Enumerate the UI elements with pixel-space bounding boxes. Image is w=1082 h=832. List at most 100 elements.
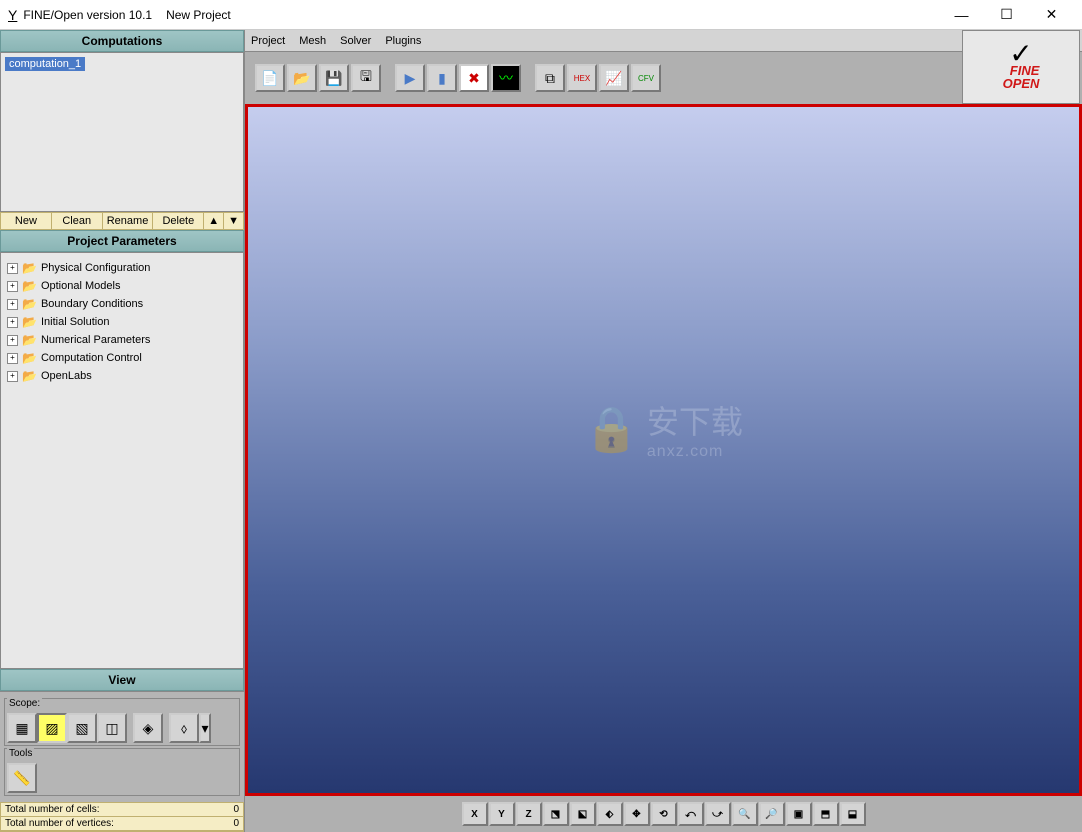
scope-wireframe-button[interactable]: ▦ <box>7 713 37 743</box>
expand-icon[interactable]: + <box>7 317 18 328</box>
scope-solid-button[interactable]: ▨ <box>37 713 67 743</box>
vertices-label: Total number of vertices: <box>5 818 114 829</box>
scope-shaded-button[interactable]: ▧ <box>67 713 97 743</box>
tree-item-initial-solution[interactable]: +📂Initial Solution <box>7 313 237 331</box>
tree-label: Physical Configuration <box>41 262 150 274</box>
view-x-button[interactable]: X <box>462 802 488 826</box>
tree-item-physical-configuration[interactable]: +📂Physical Configuration <box>7 259 237 277</box>
expand-icon[interactable]: + <box>7 371 18 382</box>
logo-check-icon: ✓ <box>1009 44 1032 64</box>
clean-button[interactable]: Clean <box>52 213 103 229</box>
tree-item-computation-control[interactable]: + 📂 Computation Control <box>7 349 237 367</box>
zoom-in-button[interactable]: 🔍 <box>732 802 758 826</box>
graph-button[interactable]: 📈 <box>599 64 629 92</box>
folder-icon: 📂 <box>22 279 37 293</box>
save-button[interactable]: 💾 <box>319 64 349 92</box>
project-parameters-tree: +📂Physical Configuration +📂Optional Mode… <box>0 252 244 669</box>
status-bar: Total number of cells: 0 Total number of … <box>0 802 244 832</box>
menu-solver[interactable]: Solver <box>340 35 371 47</box>
logo: ✓ FINEOPEN <box>962 30 1080 104</box>
tree-item-numerical-parameters[interactable]: + 📂 Numerical Parameters <box>7 331 237 349</box>
menubar: Project Mesh Solver Plugins <box>245 30 1082 52</box>
tree-item-openlabs[interactable]: + 📂 OpenLabs <box>7 367 237 385</box>
tools-label: Tools <box>7 748 34 759</box>
open-file-button[interactable]: 📂 <box>287 64 317 92</box>
watermark: 🔒 安下载 anxz.com <box>584 397 743 461</box>
folder-icon: 📂 <box>22 369 37 383</box>
close-button[interactable]: ✕ <box>1029 0 1074 30</box>
vertices-value: 0 <box>233 818 239 829</box>
rename-button[interactable]: Rename <box>103 213 154 229</box>
view-panel: Scope: ▦ ▨ ▧ ◫ ◈ ⬨ ▾ Tools 📏 <box>0 691 244 802</box>
save-run-button[interactable]: 🖫 <box>351 64 381 92</box>
tree-item-boundary-conditions[interactable]: +📂Boundary Conditions <box>7 295 237 313</box>
box2-button[interactable]: ⬓ <box>840 802 866 826</box>
expand-icon[interactable]: + <box>7 263 18 274</box>
tree-item-optional-models[interactable]: + 📂 Optional Models <box>7 277 237 295</box>
view-y-button[interactable]: Y <box>489 802 515 826</box>
toolbar: 📄 📂 💾 🖫 ▶ ▮ ✖ 〰 ⧉ HEX 📈 CFV ✓ FINEOPEN <box>245 52 1082 104</box>
tree-label: Numerical Parameters <box>41 334 150 346</box>
tree-label: Boundary Conditions <box>41 298 143 310</box>
folder-icon: 📂 <box>22 351 37 365</box>
view-header: View <box>0 669 244 691</box>
watermark-url: anxz.com <box>647 443 743 461</box>
view-controls: X Y Z ⬔ ⬕ ⬖ ✥ ⟲ ⤺ ⤻ 🔍 🔎 ▣ ⬒ ⬓ <box>245 796 1082 832</box>
folder-icon: 📂 <box>22 333 37 347</box>
expand-icon[interactable]: + <box>7 353 18 364</box>
minimize-button[interactable]: — <box>939 0 984 30</box>
tree-label: Computation Control <box>41 352 142 364</box>
down-arrow-button[interactable]: ▼ <box>224 213 243 229</box>
new-file-button[interactable]: 📄 <box>255 64 285 92</box>
tree-label: Optional Models <box>41 280 121 292</box>
menu-project[interactable]: Project <box>251 35 285 47</box>
pause-button[interactable]: ▮ <box>427 64 457 92</box>
viewport[interactable]: 🔒 安下载 anxz.com <box>245 104 1082 796</box>
view-xz-button[interactable]: ⬕ <box>570 802 596 826</box>
view-z-button[interactable]: Z <box>516 802 542 826</box>
up-arrow-button[interactable]: ▲ <box>204 213 224 229</box>
sidebar: Computations computation_1 New Clean Ren… <box>0 30 245 832</box>
cfv-button[interactable]: CFV <box>631 64 661 92</box>
cells-label: Total number of cells: <box>5 804 100 815</box>
expand-icon[interactable]: + <box>7 299 18 310</box>
menu-mesh[interactable]: Mesh <box>299 35 326 47</box>
computations-header: Computations <box>0 30 244 52</box>
hex-button[interactable]: HEX <box>567 64 597 92</box>
project-name: New Project <box>166 8 231 22</box>
cells-value: 0 <box>233 804 239 815</box>
scope-dropdown-button[interactable]: ▾ <box>199 713 211 743</box>
scope-diamond-button[interactable]: ◈ <box>133 713 163 743</box>
watermark-text: 安下载 <box>647 397 743 443</box>
monitor-button[interactable]: 〰 <box>491 64 521 92</box>
expand-icon[interactable]: + <box>7 335 18 346</box>
computations-list[interactable]: computation_1 <box>0 52 244 212</box>
window-title: FINE/Open version 10.1 <box>23 8 152 22</box>
maximize-button[interactable]: ☐ <box>984 0 1029 30</box>
tree-label: OpenLabs <box>41 370 92 382</box>
folder-icon: 📂 <box>22 315 37 329</box>
scope-label: Scope: <box>7 698 42 709</box>
parallel-button[interactable]: ⧉ <box>535 64 565 92</box>
rotate-cw-button[interactable]: ⤻ <box>705 802 731 826</box>
pan-button[interactable]: ✥ <box>624 802 650 826</box>
new-button[interactable]: New <box>1 213 52 229</box>
zoom-out-button[interactable]: 🔎 <box>759 802 785 826</box>
stop-button[interactable]: ✖ <box>459 64 489 92</box>
view-xy-button[interactable]: ⬔ <box>543 802 569 826</box>
scope-transparent-button[interactable]: ◫ <box>97 713 127 743</box>
fit-button[interactable]: ▣ <box>786 802 812 826</box>
lock-icon: 🔒 <box>584 403 639 455</box>
measure-tool-button[interactable]: 📏 <box>7 763 37 793</box>
rotate-button[interactable]: ⟲ <box>651 802 677 826</box>
box1-button[interactable]: ⬒ <box>813 802 839 826</box>
menu-plugins[interactable]: Plugins <box>385 35 421 47</box>
computation-item[interactable]: computation_1 <box>5 57 85 71</box>
logo-text: FINEOPEN <box>1003 64 1040 90</box>
play-button[interactable]: ▶ <box>395 64 425 92</box>
scope-axes-button[interactable]: ⬨ <box>169 713 199 743</box>
view-yz-button[interactable]: ⬖ <box>597 802 623 826</box>
expand-icon[interactable]: + <box>7 281 18 292</box>
delete-button[interactable]: Delete <box>153 213 204 229</box>
rotate-ccw-button[interactable]: ⤺ <box>678 802 704 826</box>
